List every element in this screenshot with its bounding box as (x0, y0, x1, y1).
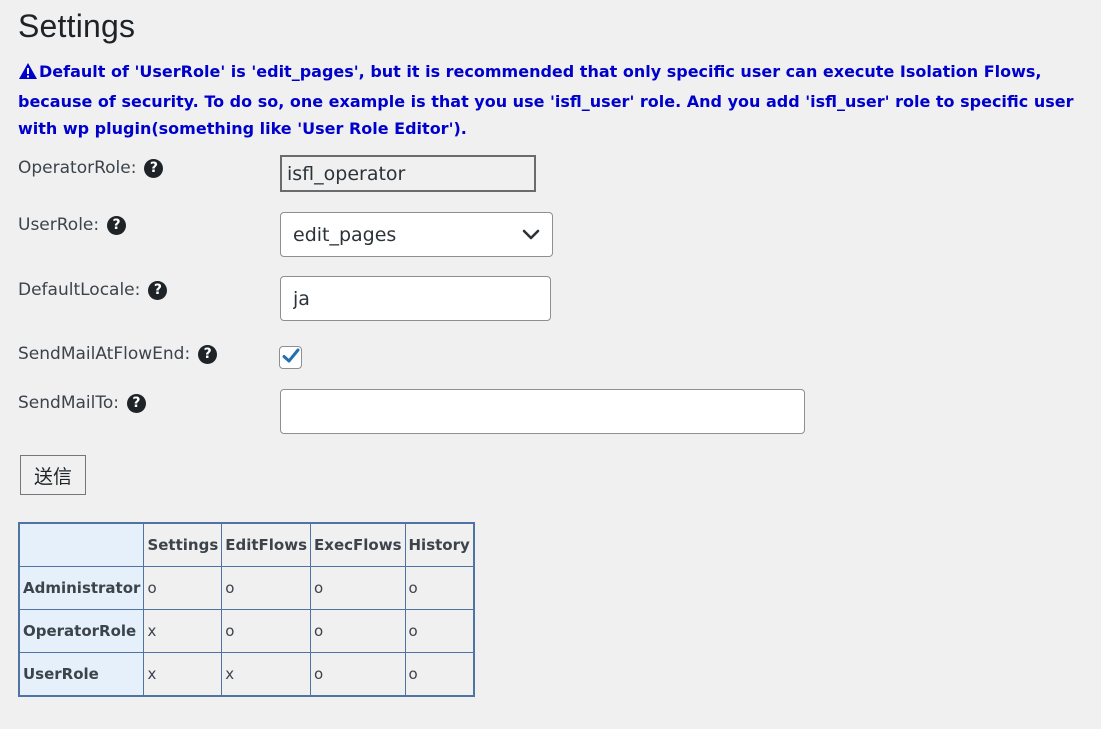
table-cell: o (143, 566, 223, 610)
table-cell: o (404, 609, 475, 653)
operator-role-input[interactable] (280, 155, 536, 192)
table-cell: o (221, 566, 312, 610)
help-icon[interactable]: ? (107, 215, 127, 235)
user-role-select[interactable]: edit_pages (280, 212, 553, 257)
send-mail-to-input[interactable] (280, 389, 805, 434)
row-role-cell: Administrator (18, 566, 145, 610)
table-cell: x (143, 609, 223, 653)
send-mail-to-label-text: SendMailTo: (18, 393, 119, 413)
table-cell: x (143, 652, 223, 697)
table-cell: o (221, 609, 312, 653)
table-row: UserRole x x o o (18, 652, 475, 697)
row-role-cell: OperatorRole (18, 609, 145, 653)
chevron-down-icon (522, 224, 540, 246)
table-header-cell: ExecFlows (310, 522, 406, 567)
table-row: OperatorRole x o o o (18, 609, 475, 653)
help-icon[interactable]: ? (148, 280, 168, 300)
warning-icon (18, 61, 38, 88)
default-locale-label: DefaultLocale: ? (18, 280, 168, 300)
send-mail-at-flow-end-label-text: SendMailAtFlowEnd: (18, 344, 191, 364)
security-warning: Default of 'UserRole' is 'edit_pages', b… (18, 58, 1083, 142)
user-role-label-text: UserRole: (18, 215, 100, 235)
send-mail-at-flow-end-checkbox[interactable] (279, 346, 302, 369)
send-mail-at-flow-end-label: SendMailAtFlowEnd: ? (18, 344, 218, 364)
default-locale-input[interactable] (280, 276, 551, 321)
table-header-row: Settings EditFlows ExecFlows History (18, 522, 475, 567)
user-role-label: UserRole: ? (18, 215, 127, 235)
submit-button[interactable]: 送信 (20, 455, 86, 495)
table-cell: x (221, 652, 312, 697)
row-role-cell: UserRole (18, 652, 145, 697)
help-icon[interactable]: ? (144, 158, 164, 178)
help-icon[interactable]: ? (198, 344, 218, 364)
table-cell: o (404, 566, 475, 610)
table-cell: o (310, 566, 406, 610)
help-icon[interactable]: ? (126, 393, 146, 413)
send-mail-to-label: SendMailTo: ? (18, 393, 146, 413)
table-cell: o (404, 652, 475, 697)
table-header-cell: Settings (143, 522, 223, 567)
default-locale-label-text: DefaultLocale: (18, 280, 141, 300)
table-cell: o (310, 609, 406, 653)
table-header-cell: History (404, 522, 475, 567)
table-header-cell: EditFlows (221, 522, 312, 567)
warning-text: Default of 'UserRole' is 'edit_pages', b… (18, 62, 1074, 138)
operator-role-label: OperatorRole: ? (18, 158, 164, 178)
table-cell: o (310, 652, 406, 697)
operator-role-label-text: OperatorRole: (18, 158, 137, 178)
permissions-table: Settings EditFlows ExecFlows History Adm… (18, 522, 475, 697)
table-header-cell (18, 522, 145, 567)
table-row: Administrator o o o o (18, 566, 475, 610)
page-title: Settings (18, 8, 136, 44)
user-role-selected-value: edit_pages (293, 223, 397, 246)
checkmark-icon (282, 348, 300, 368)
